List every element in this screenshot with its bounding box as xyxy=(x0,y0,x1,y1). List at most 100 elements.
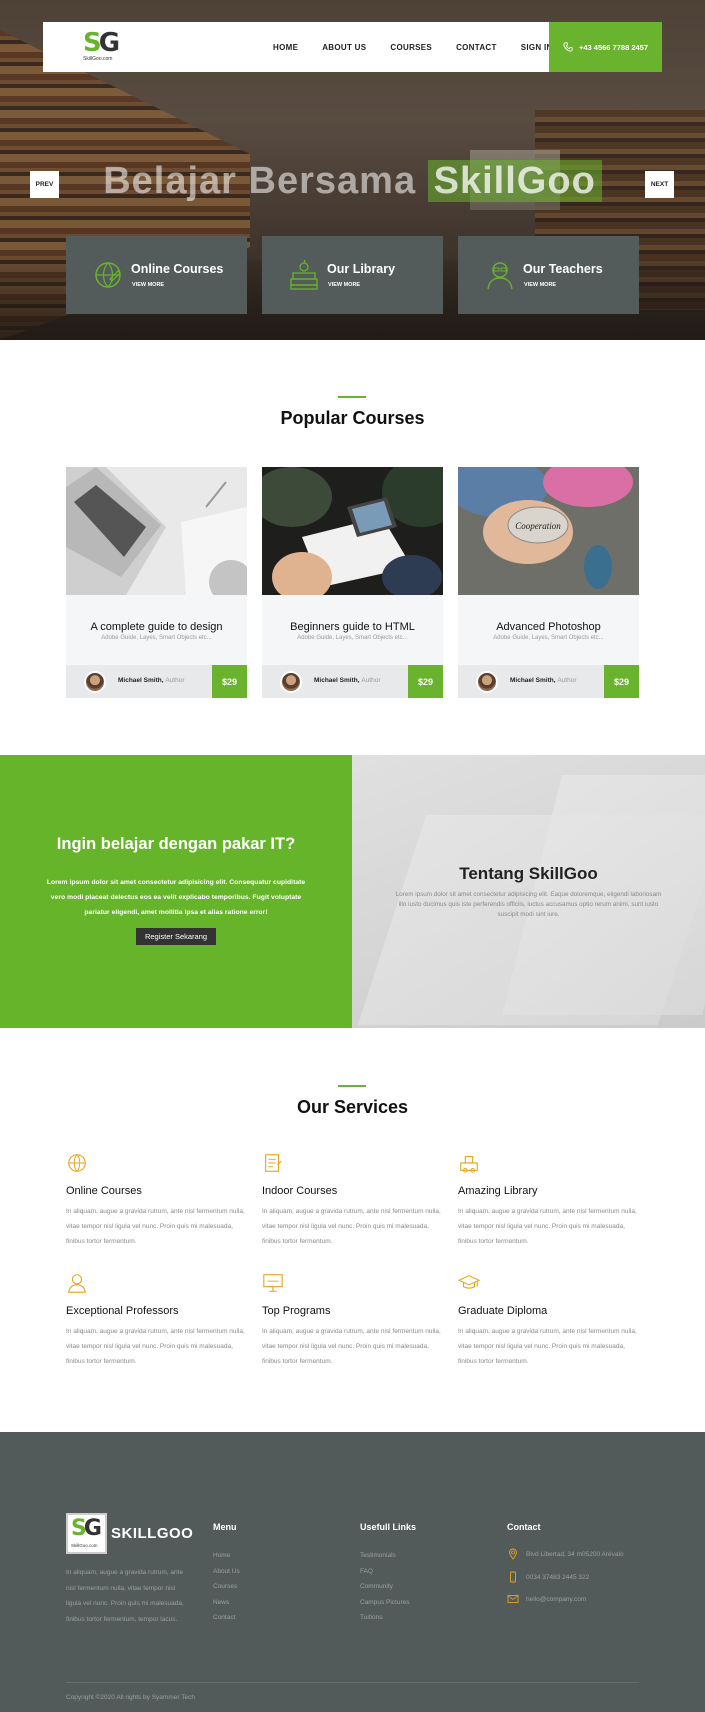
phone-contact-box[interactable]: +43 4566 7788 2457 xyxy=(549,22,662,72)
footer-link-community[interactable]: Community xyxy=(360,1579,416,1595)
course-author: Michael Smith, Author xyxy=(118,677,185,684)
avatar xyxy=(476,671,498,693)
service-title: Graduate Diploma xyxy=(458,1305,548,1317)
nav-courses[interactable]: COURSES xyxy=(390,43,432,52)
footer-about-text: In aliquam, augue a gravida rutrum, ante… xyxy=(66,1569,184,1623)
popular-courses-title: Popular Courses xyxy=(280,408,425,428)
section-accent-line xyxy=(338,396,366,398)
slider-next-button[interactable]: NEXT xyxy=(645,171,674,198)
slider-prev-button[interactable]: PREV xyxy=(30,171,59,198)
course-image-laptop xyxy=(66,467,247,595)
footer-links-title: Usefull Links xyxy=(360,1522,417,1532)
footer-link-contact[interactable]: Contact xyxy=(213,1610,240,1626)
library-icon xyxy=(460,1156,478,1173)
footer-link-faq[interactable]: FAQ xyxy=(360,1564,416,1580)
contact-phone[interactable]: 0034 37483 2445 322 xyxy=(507,1571,589,1583)
nav-links: HOME ABOUT US COURSES CONTACT SIGN IN xyxy=(273,22,577,72)
services-title: Our Services xyxy=(296,1097,409,1117)
course-price[interactable]: $29 xyxy=(408,665,443,698)
service-text: In aliquam, augue a gravida rutrum, ante… xyxy=(458,1328,637,1365)
globe-icon xyxy=(68,1154,86,1172)
service-text: In aliquam, augue a gravida rutrum, ante… xyxy=(262,1328,441,1365)
course-subtitle: Adobe Guide, Layes, Smart Objects etc... xyxy=(101,635,212,641)
course-title[interactable]: Beginners guide to HTML xyxy=(262,621,443,633)
footer-link-testimonials[interactable]: Testimonials xyxy=(360,1548,416,1564)
register-button[interactable]: Register Sekarang xyxy=(136,928,216,945)
service-title: Indoor Courses xyxy=(262,1185,338,1197)
course-subtitle: Adobe Guide, Layes, Smart Objects etc... xyxy=(493,635,604,641)
globe-pencil-icon xyxy=(95,262,121,288)
nav-sign-in[interactable]: SIGN IN xyxy=(521,43,553,52)
service-title: Online Courses xyxy=(66,1185,142,1197)
contact-address: Blvd Libertad, 34 m05200 Arévalo xyxy=(507,1548,624,1560)
graduation-cap-icon xyxy=(458,1275,480,1289)
hero-section: SG SkillGoo.com HOME ABOUT US COURSES CO… xyxy=(0,0,705,340)
service-title: Amazing Library xyxy=(458,1185,538,1197)
about-title: Tentang SkillGoo xyxy=(459,864,598,883)
cta-text: Lorem ipsum dolor sit amet consectetur a… xyxy=(46,879,306,916)
footer-link-courses[interactable]: Courses xyxy=(213,1579,240,1595)
nav-contact[interactable]: CONTACT xyxy=(456,43,497,52)
feature-online-courses[interactable]: Online Courses VIEW MORE xyxy=(66,236,247,314)
footer-link-home[interactable]: Home xyxy=(213,1548,240,1564)
about-text: Lorem ipsum dolor sit amet consectetur a… xyxy=(395,891,662,918)
phone-number: +43 4566 7788 2457 xyxy=(578,42,649,52)
footer-link-news[interactable]: News xyxy=(213,1595,240,1611)
professor-icon xyxy=(68,1274,86,1293)
feature-view-more-link[interactable]: VIEW MORE xyxy=(524,282,556,288)
course-subtitle: Adobe Guide, Layes, Smart Objects etc... xyxy=(297,635,408,641)
course-title[interactable]: A complete guide to design xyxy=(66,621,247,633)
presentation-icon xyxy=(263,1274,283,1292)
feature-title: Our Library xyxy=(327,262,396,276)
course-footer: Michael Smith, Author $29 xyxy=(262,665,443,698)
course-title[interactable]: Advanced Photoshop xyxy=(458,621,639,633)
footer-link-tuitions[interactable]: Tuitions xyxy=(360,1610,416,1626)
teacher-icon xyxy=(487,262,513,290)
service-text: In aliquam, augue a gravida rutrum, ante… xyxy=(66,1208,245,1245)
service-text: In aliquam, augue a gravida rutrum, ante… xyxy=(458,1208,637,1245)
feature-our-library[interactable]: Our Library VIEW MORE xyxy=(262,236,443,314)
copyright-text: Copyright ©2020 All rights by Syammer Te… xyxy=(66,1694,195,1701)
course-card[interactable]: Cooperation Advanced Photoshop Adobe Gui… xyxy=(458,467,639,698)
course-footer: Michael Smith, Author $29 xyxy=(458,665,639,698)
course-footer: Michael Smith, Author $29 xyxy=(66,665,247,698)
course-price[interactable]: $29 xyxy=(212,665,247,698)
site-logo[interactable]: SG SkillGoo.com xyxy=(83,28,123,66)
footer-link-about-us[interactable]: About Us xyxy=(213,1564,240,1580)
envelope-icon xyxy=(507,1595,519,1603)
feature-our-teachers[interactable]: Our Teachers VIEW MORE xyxy=(458,236,639,314)
footer-logo-text: SkillGoo.com xyxy=(71,1543,98,1548)
hero-title: Belajar Bersama SkillGoo xyxy=(0,160,705,203)
course-card[interactable]: Beginners guide to HTML Adobe Guide, Lay… xyxy=(262,467,443,698)
course-image-stone: Cooperation xyxy=(458,467,639,595)
nav-about-us[interactable]: ABOUT US xyxy=(322,43,366,52)
avatar xyxy=(280,671,302,693)
footer-divider xyxy=(66,1682,639,1683)
document-icon xyxy=(265,1154,282,1172)
about-section: Tentang SkillGoo Lorem ipsum dolor sit a… xyxy=(352,755,705,1028)
service-title: Top Programs xyxy=(262,1305,331,1317)
footer-logo[interactable]: SG SkillGoo.com xyxy=(66,1513,107,1554)
site-footer: SG SkillGoo.com SKILLGOO In aliquam, aug… xyxy=(0,1432,705,1712)
stone-text: Cooperation xyxy=(515,521,561,531)
section-accent-line xyxy=(338,1085,366,1087)
feature-view-more-link[interactable]: VIEW MORE xyxy=(328,282,360,288)
contact-phone-text: 0034 37483 2445 322 xyxy=(526,1573,590,1581)
footer-link-campus-pictures[interactable]: Campus Pictures xyxy=(360,1595,416,1611)
footer-menu-title: Menu xyxy=(213,1522,237,1532)
course-image-team xyxy=(262,467,443,595)
course-card[interactable]: A complete guide to design Adobe Guide, … xyxy=(66,467,247,698)
cta-title: Ingin belajar dengan pakar IT? xyxy=(56,835,296,853)
contact-email[interactable]: hello@company.com xyxy=(507,1593,586,1605)
footer-brand: SKILLGOO xyxy=(111,1525,194,1542)
mobile-phone-icon xyxy=(510,1571,516,1583)
contact-address-text: Blvd Libertad, 34 m05200 Arévalo xyxy=(526,1550,624,1558)
service-text: In aliquam, augue a gravida rutrum, ante… xyxy=(262,1208,441,1245)
service-text: In aliquam, augue a gravida rutrum, ante… xyxy=(66,1328,245,1365)
footer-useful-links: Usefull Links Testimonials FAQ Community… xyxy=(360,1522,416,1626)
course-author: Michael Smith, Author xyxy=(510,677,577,684)
footer-menu: Menu Home About Us Courses News Contact xyxy=(213,1522,240,1626)
nav-home[interactable]: HOME xyxy=(273,43,298,52)
feature-view-more-link[interactable]: VIEW MORE xyxy=(132,282,164,288)
course-price[interactable]: $29 xyxy=(604,665,639,698)
